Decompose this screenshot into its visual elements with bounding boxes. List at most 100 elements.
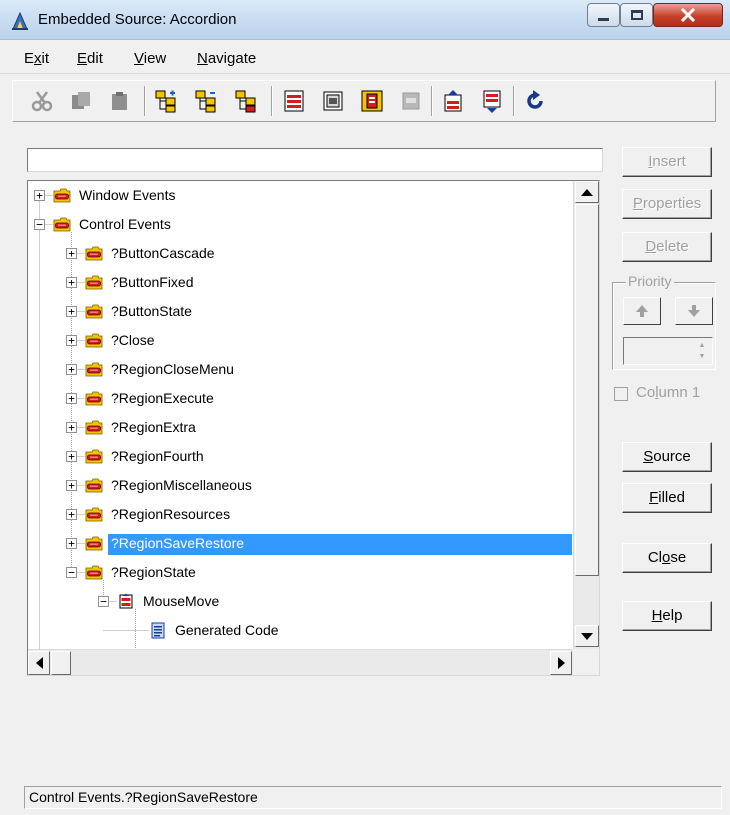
tree-node-label[interactable]: ?ButtonState [108, 302, 195, 323]
vertical-scroll-thumb[interactable] [575, 204, 599, 576]
filled-button[interactable]: Filled [622, 483, 712, 513]
collapse-tree-button[interactable] [193, 88, 219, 114]
tree-node-label[interactable]: ?RegionMiscellaneous [108, 476, 255, 497]
close-button[interactable]: Close [622, 543, 712, 573]
tree-node[interactable]: + Window Events [28, 181, 572, 210]
collapse-icon[interactable]: − [66, 567, 77, 578]
menu-navigate[interactable]: Navigate [197, 50, 256, 67]
node-icon [85, 506, 103, 523]
tree-node[interactable]: + ?RegionResources [28, 500, 572, 529]
expand-icon[interactable]: + [66, 538, 77, 549]
tree-node[interactable]: + ?RegionCloseMenu [28, 355, 572, 384]
tree-node-label[interactable]: Generated Code [172, 621, 282, 642]
embed-list-button[interactable] [281, 88, 307, 114]
tree-node-label[interactable]: ?RegionExecute [108, 389, 217, 410]
priority-spin-buttons[interactable]: ▲ ▼ [694, 340, 710, 362]
tree-node-label[interactable]: ?Close [108, 331, 158, 352]
tree-node-label[interactable]: ?RegionCloseMenu [108, 360, 237, 381]
menu-view[interactable]: View [134, 50, 166, 67]
triangle-right-icon [557, 657, 565, 669]
embed-calc-button[interactable] [320, 88, 346, 114]
priority-down-button[interactable] [675, 297, 713, 325]
expand-icon[interactable]: + [66, 335, 77, 346]
expand-icon[interactable]: + [66, 451, 77, 462]
maximize-button[interactable] [620, 3, 653, 27]
folder-icon [85, 391, 103, 406]
tree-node-label[interactable]: Control Events [76, 215, 174, 236]
previous-embed-icon [444, 90, 462, 112]
refresh-button[interactable] [522, 88, 548, 114]
expand-tree-button[interactable] [153, 88, 179, 114]
scroll-right-button[interactable] [550, 651, 572, 675]
embed-tree[interactable]: + Window Events − Control Events + ?ButtonCas… [27, 180, 600, 676]
tree-node[interactable]: + ?ButtonFixed [28, 268, 572, 297]
tree-node[interactable]: + ?RegionExtra [28, 413, 572, 442]
tree-node[interactable]: + ?RegionMiscellaneous [28, 471, 572, 500]
horizontal-scroll-thumb[interactable] [51, 651, 71, 675]
embed-highlight-button[interactable] [359, 88, 385, 114]
menu-edit[interactable]: Edit [77, 50, 103, 67]
tree-node-label[interactable]: MouseMove [140, 592, 222, 613]
expand-icon[interactable]: + [66, 480, 77, 491]
menu-exit[interactable]: Exit [24, 50, 49, 67]
tree-node-label[interactable]: ?RegionExtra [108, 418, 199, 439]
tree-node[interactable]: − MouseMove [28, 587, 572, 616]
horizontal-scrollbar[interactable] [28, 649, 574, 675]
cut-icon [31, 91, 53, 112]
tree-node[interactable]: − Control Events [28, 210, 572, 239]
expand-icon[interactable]: + [66, 393, 77, 404]
tree-node-label[interactable]: ?ButtonFixed [108, 273, 197, 294]
expand-icon[interactable]: + [66, 277, 77, 288]
expand-icon[interactable]: + [66, 306, 77, 317]
tree-node-label[interactable]: ?RegionSaveRestore [108, 534, 572, 555]
expand-icon[interactable]: + [34, 190, 45, 201]
next-embed-button[interactable] [479, 88, 505, 114]
expand-icon[interactable]: + [66, 364, 77, 375]
tree-node[interactable]: + ?RegionExecute [28, 384, 572, 413]
tree-node-label[interactable]: ?ButtonCascade [108, 244, 218, 265]
source-button[interactable]: Source [622, 442, 712, 472]
previous-embed-button[interactable] [440, 88, 466, 114]
tree-node[interactable]: + ?ButtonCascade [28, 239, 572, 268]
expand-icon[interactable]: + [66, 509, 77, 520]
delete-button[interactable]: Delete [622, 232, 712, 262]
expand-filled-button[interactable] [233, 88, 259, 114]
expand-icon[interactable]: + [66, 422, 77, 433]
tree-node-label[interactable]: ?RegionState [108, 563, 199, 584]
tree-node-label[interactable]: ?RegionFourth [108, 447, 207, 468]
properties-accel: P [632, 195, 643, 212]
expand-icon[interactable]: + [66, 248, 77, 259]
minimize-button[interactable] [587, 3, 620, 27]
scroll-left-button[interactable] [28, 651, 50, 675]
copy-button[interactable] [68, 88, 94, 114]
paste-button[interactable] [107, 88, 133, 114]
close-window-button[interactable] [653, 3, 723, 27]
collapse-icon[interactable]: − [34, 219, 45, 230]
priority-up-button[interactable] [623, 297, 661, 325]
tree-node-label[interactable]: ?RegionResources [108, 505, 233, 526]
tree-node[interactable]: + ?ButtonState [28, 297, 572, 326]
tree-node[interactable]: + ?RegionSaveRestore [28, 529, 572, 558]
tree-node[interactable]: − ?RegionState [28, 558, 572, 587]
menu-exit-text: E [24, 50, 35, 67]
cut-button[interactable] [29, 88, 55, 114]
tree-node[interactable]: Generated Code [28, 616, 572, 645]
properties-button[interactable]: Properties [622, 189, 712, 219]
tree-node[interactable]: + ?Close [28, 326, 572, 355]
priority-spinner[interactable]: ▲ ▼ [623, 337, 713, 365]
tree-node-label[interactable]: Window Events [76, 186, 178, 207]
folder-icon [85, 536, 103, 551]
vertical-scrollbar[interactable] [573, 181, 599, 649]
insert-button[interactable]: Insert [622, 147, 712, 177]
filter-input[interactable] [27, 148, 603, 172]
column-checkbox[interactable] [614, 387, 628, 401]
scroll-up-button[interactable] [575, 181, 599, 203]
tree-node[interactable]: + ?RegionFourth [28, 442, 572, 471]
collapse-icon[interactable]: − [98, 596, 109, 607]
embed-disabled-button[interactable] [398, 88, 424, 114]
scroll-down-button[interactable] [575, 625, 599, 647]
folder-icon [85, 275, 103, 290]
help-button[interactable]: Help [622, 601, 712, 631]
spin-down-icon[interactable]: ▼ [694, 351, 710, 362]
spin-up-icon[interactable]: ▲ [694, 340, 710, 351]
